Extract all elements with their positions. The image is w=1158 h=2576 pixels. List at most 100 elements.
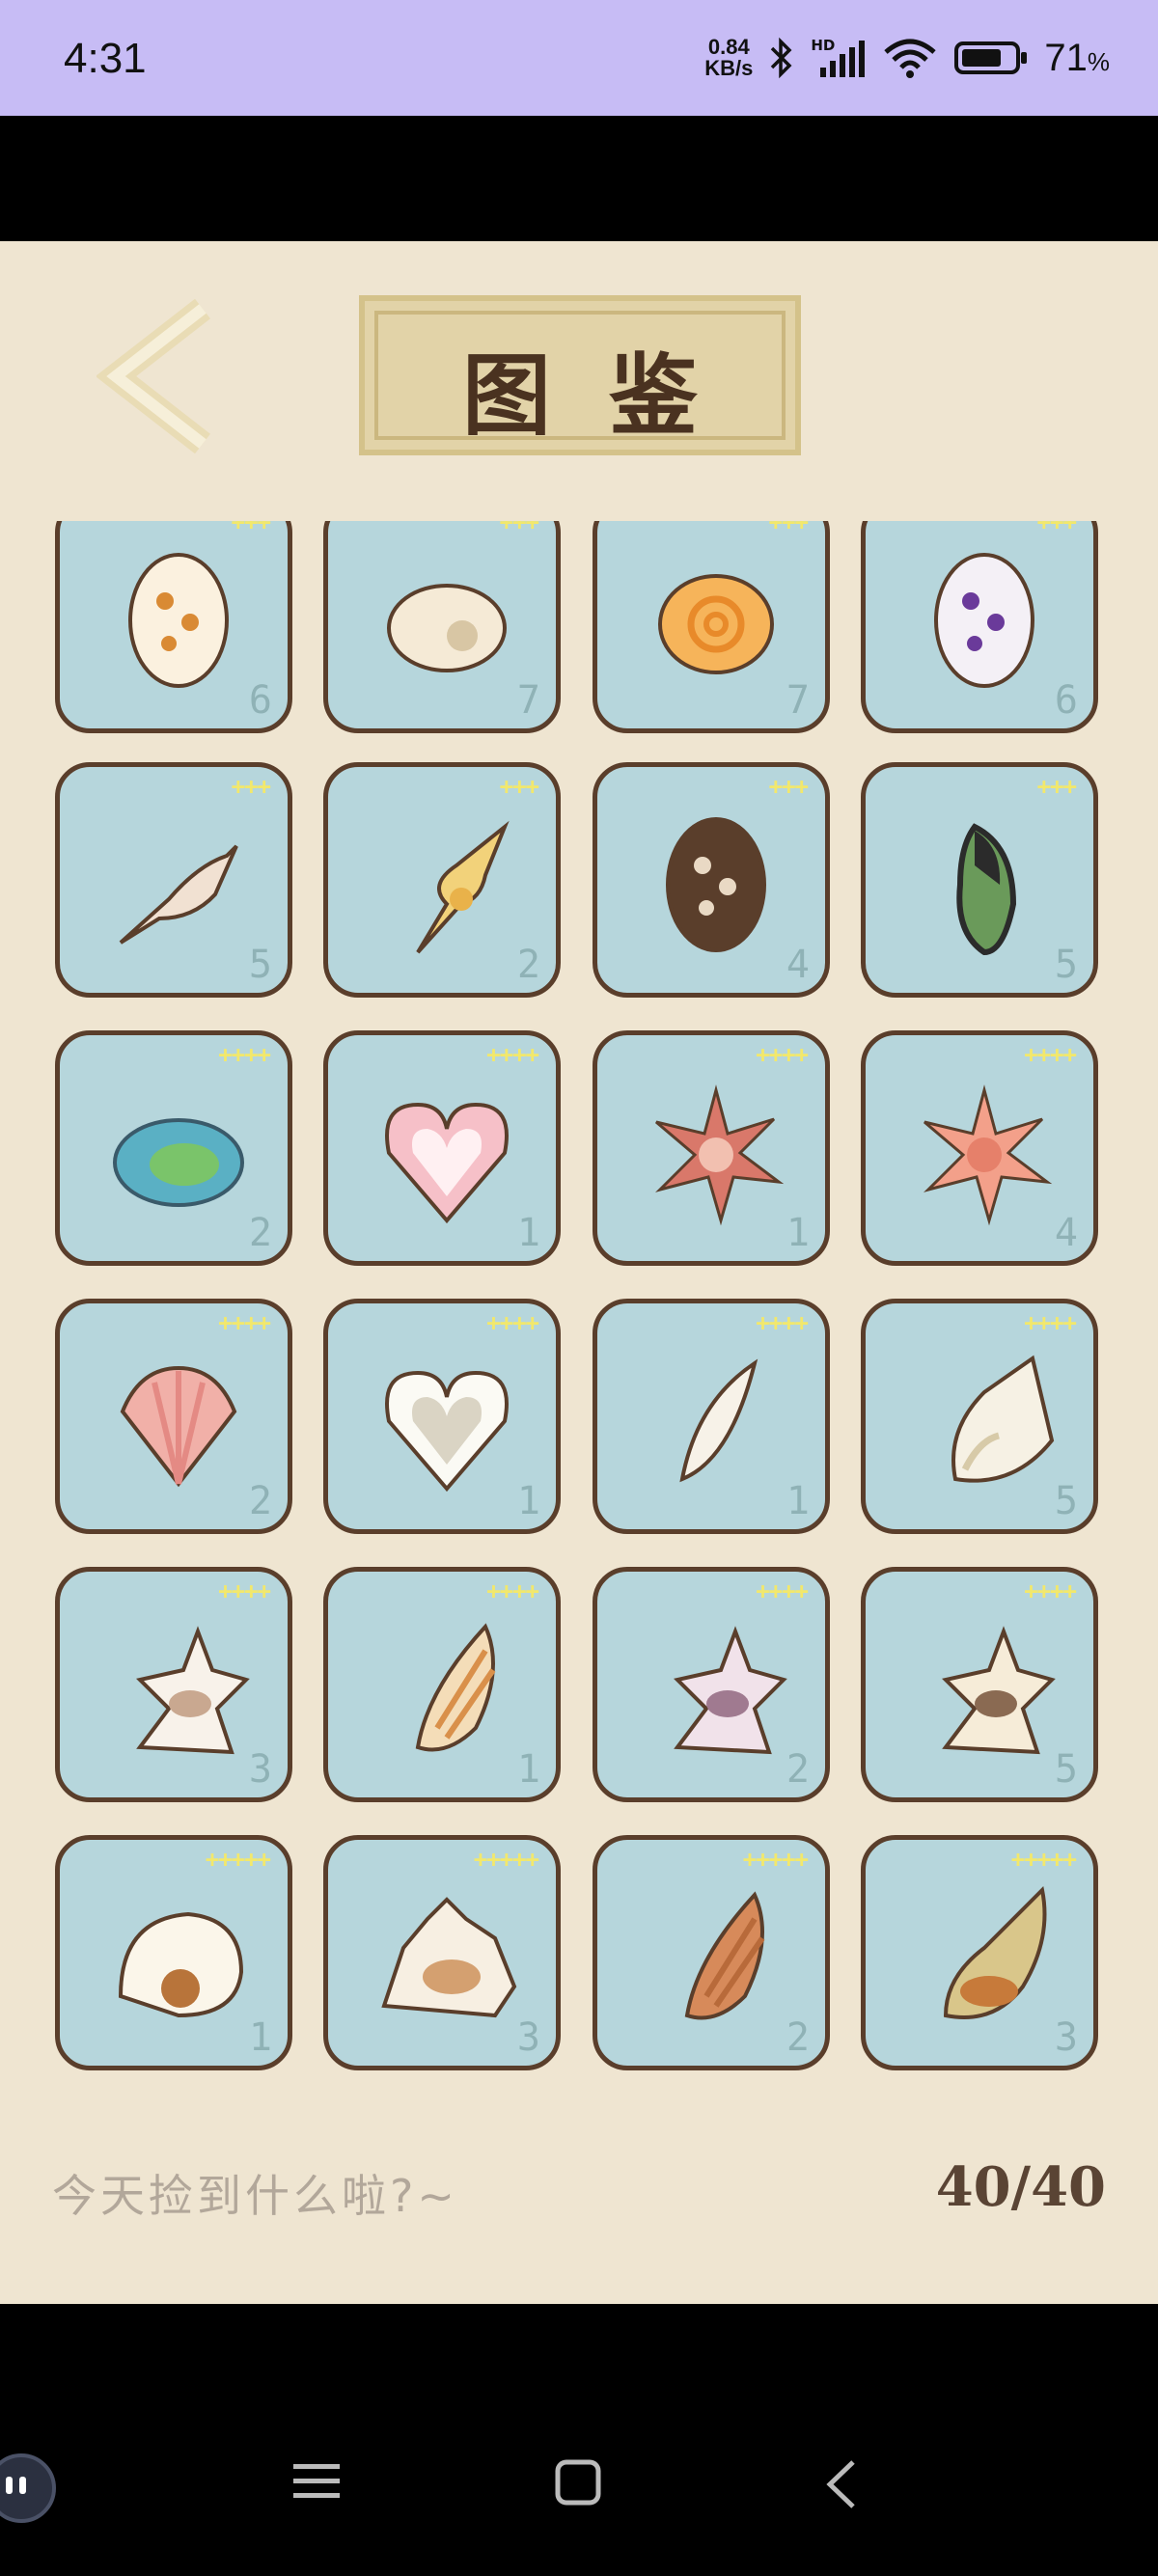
network-speed-value: 0.84 [707,35,750,59]
shell-card[interactable]: +++ 4 [593,762,830,998]
scallop-icon [120,1365,237,1488]
rarity-stars: ++++ [486,1309,539,1336]
shell-card[interactable]: +++++ 1 [55,1835,292,2070]
shell-card[interactable]: ++++ 2 [593,1567,830,1802]
shell-count: 3 [516,2015,540,2060]
spiny-murex-red-icon [655,1084,785,1226]
shell-card[interactable]: +++ 2 [323,762,561,998]
shell-card[interactable]: ++++ 5 [861,1567,1098,1802]
rarity-stars: +++++ [1010,1846,1077,1873]
assistant-bubble-icon[interactable] [0,2453,56,2523]
status-bar: 4:31 0.84 KB/s HD 71% [0,0,1158,116]
page-title: 图鉴 [461,344,756,448]
rarity-stars: ++++ [218,1577,271,1604]
shell-card[interactable]: ++++ 1 [593,1299,830,1534]
cellular-signal-icon: HD [811,37,867,79]
rarity-stars: +++ [499,521,539,535]
shell-count: 2 [786,1747,810,1792]
shell-card[interactable]: ++++ 5 [861,1299,1098,1534]
shell-count: 5 [1054,943,1078,987]
shell-card[interactable]: +++ 7 [593,521,830,733]
shell-card[interactable]: ++++ 2 [55,1030,292,1266]
star-shell-icon [924,1084,1053,1226]
rarity-stars: ++++ [756,1309,809,1336]
system-nav-bar [0,2304,1158,2576]
shell-card[interactable]: +++ 5 [55,762,292,998]
shell-card[interactable]: +++++ 3 [861,1835,1098,2070]
rarity-stars: +++ [1036,521,1077,535]
home-square-icon[interactable] [554,2458,602,2507]
green-mussel-icon [956,823,1017,956]
shell-count: 4 [1054,1211,1078,1255]
status-time: 4:31 [64,35,147,82]
shell-count: 7 [516,678,540,723]
rarity-stars: ++++ [486,1041,539,1068]
abalone-icon [113,1118,244,1207]
shell-card[interactable]: +++ 6 [861,521,1098,733]
shell-card[interactable]: ++++ 1 [323,1299,561,1534]
olive-shell-icon [679,1358,758,1483]
shell-card[interactable]: ++++ 3 [55,1567,292,1802]
white-conch-icon [951,1355,1055,1483]
collection-progress: 40/40 [935,2155,1106,2219]
shell-count: 3 [248,1747,272,1792]
footer-prompt: 今天捡到什么啦?~ [52,2170,458,2222]
shell-count: 2 [248,1479,272,1523]
long-spine-murex-icon [942,1626,1056,1755]
shell-count: 3 [1054,2015,1078,2060]
shell-card[interactable]: ++++ 1 [323,1030,561,1266]
tun-whelk-icon [943,1885,1047,2019]
shell-count: 1 [248,2015,272,2060]
cream-moon-shell-icon [387,584,507,672]
shell-card[interactable]: +++ 7 [323,521,561,733]
shell-count: 5 [248,943,272,987]
nautilus-icon [118,1911,244,2018]
bluetooth-icon [771,37,792,79]
orange-spiral-shell-icon [658,574,774,674]
rarity-stars: +++ [1036,773,1077,800]
shell-card[interactable]: +++++ 3 [323,1835,561,2070]
shell-card[interactable]: +++ 6 [55,521,292,733]
shell-count: 7 [786,678,810,723]
shell-card[interactable]: ++++ 1 [323,1567,561,1802]
rarity-stars: ++++ [486,1577,539,1604]
wifi-icon [884,39,937,78]
rarity-stars: +++++ [473,1846,539,1873]
back-triangle-icon[interactable] [820,2458,863,2510]
shell-card[interactable]: +++ 5 [861,762,1098,998]
shell-count: 2 [786,2015,810,2060]
crown-conch-icon [381,1897,517,2018]
rarity-stars: +++ [231,773,271,800]
rarity-stars: +++ [768,773,809,800]
shell-count: 1 [516,1211,540,1255]
rarity-stars: ++++ [1024,1309,1077,1336]
rarity-stars: +++++ [742,1846,809,1873]
shell-count: 1 [786,1479,810,1523]
star-limpet-icon [666,817,766,952]
rarity-stars: +++ [499,773,539,800]
shell-count: 1 [786,1211,810,1255]
spindle-shell-icon [119,844,238,945]
shell-collection-grid: +++ 6 +++ 7 +++ 7 +++ 6 +++ 5 +++ 2 +++ 4 +++ 5 ++++ 2 +++… [0,521,1158,2364]
shell-count: 5 [1054,1479,1078,1523]
spiked-murex-icon [136,1626,250,1755]
shell-card[interactable]: +++++ 2 [593,1835,830,2070]
network-speed-unit: KB/s [704,56,754,80]
spotted-cone-shell-icon [128,553,229,688]
shell-card[interactable]: ++++ 4 [861,1030,1098,1266]
rarity-stars: ++++ [218,1309,271,1336]
shell-count: 4 [786,943,810,987]
encyclopedia-screen: 图鉴 +++ 6 +++ 7 +++ 7 +++ 6 +++ 5 +++ 2 +++ 4 +++ 5 ++++ 2… [0,241,1158,2304]
back-button[interactable] [95,298,232,454]
white-heart-shell-icon [385,1370,509,1493]
shell-count: 6 [1054,678,1078,723]
shell-card[interactable]: ++++ 1 [593,1030,830,1266]
rarity-stars: ++++ [218,1041,271,1068]
network-speed: 0.84 KB/s [704,37,753,79]
menu-icon[interactable] [291,2458,342,2505]
rarity-stars: ++++ [1024,1041,1077,1068]
chevron-left-icon [95,298,210,454]
rarity-stars: ++++ [1024,1577,1077,1604]
shell-card[interactable]: ++++ 2 [55,1299,292,1534]
shell-count: 2 [516,943,540,987]
